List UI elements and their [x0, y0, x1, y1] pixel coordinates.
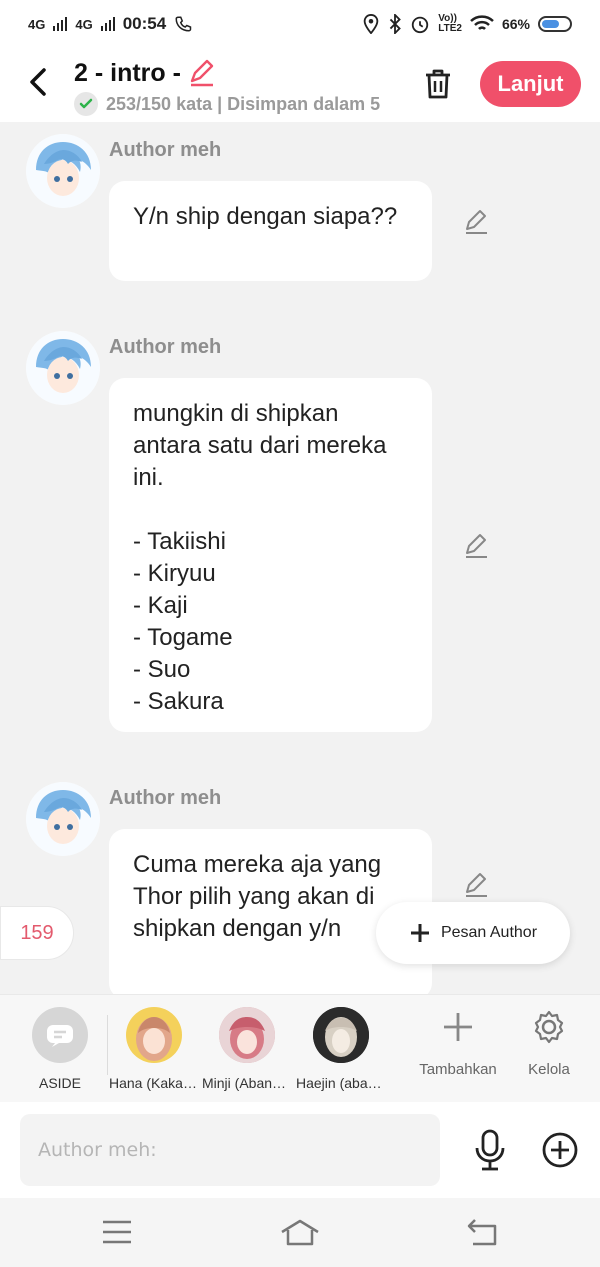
character-haejin[interactable]: Haejin (abang y/n) [296, 1007, 386, 1091]
message-bubble[interactable]: mungkin di shipkan antara satu dari mere… [109, 378, 432, 732]
character-avatar [219, 1007, 275, 1063]
signal-bars-icon [53, 17, 68, 31]
battery-level [542, 20, 560, 28]
character-label: Haejin (abang y/n) [296, 1075, 386, 1091]
battery-percent: 66% [501, 15, 530, 32]
chat-area[interactable]: Author meh Y/n ship dengan siapa?? Autho… [0, 122, 600, 994]
wifi-icon [470, 15, 494, 30]
system-nav-bar [0, 1198, 600, 1267]
bluetooth-icon [390, 14, 402, 34]
alarm-icon [412, 16, 429, 34]
character-label: Minji (Abang y/n) [202, 1075, 292, 1091]
character-bar: ASIDE Hana (Kakak y/n) Minji (Abang y/n)… [0, 994, 600, 1102]
edit-title-icon[interactable] [187, 58, 217, 88]
add-character-label: Tambahkan [419, 1061, 497, 1078]
back-arrow-icon[interactable] [20, 62, 56, 102]
edit-message-icon[interactable] [462, 208, 490, 236]
home-icon[interactable] [280, 1216, 320, 1248]
save-status-row: 253/150 kata | Disimpan dalam 5 [74, 92, 394, 116]
author-avatar[interactable] [26, 782, 100, 856]
divider [107, 1015, 108, 1075]
save-status-text: 253/150 kata | Disimpan dalam 5 [106, 93, 381, 114]
add-icon [413, 1007, 503, 1047]
status-left: 4G 4G 00:54 [28, 14, 192, 34]
character-label: ASIDE [38, 1075, 81, 1091]
battery-icon [538, 16, 572, 32]
next-button[interactable]: Lanjut [480, 61, 581, 107]
signal-1-label: 4G [28, 16, 46, 32]
edit-message-icon[interactable] [462, 532, 490, 560]
input-bar [0, 1102, 600, 1198]
character-label: Hana (Kakak y/n) [109, 1075, 199, 1091]
add-character-button[interactable]: Tambahkan [413, 1007, 503, 1078]
message-bubble[interactable]: Y/n ship dengan siapa?? [109, 181, 432, 281]
author-avatar[interactable] [26, 134, 100, 208]
edit-message-icon[interactable] [462, 871, 490, 899]
manage-button[interactable]: Kelola [504, 1007, 594, 1078]
gear-icon [504, 1007, 594, 1047]
character-hana[interactable]: Hana (Kakak y/n) [109, 1007, 199, 1091]
microphone-icon[interactable] [470, 1128, 510, 1172]
character-avatar [313, 1007, 369, 1063]
status-bar: 4G 4G 00:54 Vo)) LTE2 66% [0, 0, 600, 48]
volte-label: Vo)) LTE2 [438, 13, 462, 34]
status-time: 00:54 [122, 14, 167, 33]
editor-header: 2 - intro - 253/150 kata | Disimpan dala… [0, 48, 600, 122]
call-icon [175, 16, 192, 32]
aside-icon [32, 1007, 88, 1063]
chapter-title: 2 - intro - [74, 58, 181, 87]
author-name: Author meh [109, 139, 222, 161]
character-aside[interactable]: ASIDE [15, 1007, 105, 1091]
author-message-label: Pesan Author [440, 924, 538, 941]
word-count-badge[interactable]: 159 [0, 906, 74, 960]
character-minji[interactable]: Minji (Abang y/n) [202, 1007, 292, 1091]
location-icon [363, 14, 379, 34]
author-name: Author meh [109, 787, 222, 809]
add-media-icon[interactable] [540, 1128, 580, 1172]
author-name: Author meh [109, 336, 222, 358]
back-nav-icon[interactable] [463, 1216, 503, 1248]
manage-label: Kelola [528, 1061, 570, 1078]
message-input[interactable] [20, 1114, 440, 1186]
author-message-button[interactable]: Pesan Author [376, 902, 570, 964]
saved-check-icon [74, 92, 98, 116]
signal-2-label: 4G [75, 16, 93, 32]
chapter-title-row[interactable]: 2 - intro - [74, 58, 217, 88]
plus-icon [410, 924, 429, 942]
menu-icon[interactable] [97, 1216, 137, 1248]
signal-bars-2-icon [100, 17, 115, 31]
trash-icon[interactable] [418, 64, 458, 104]
author-avatar[interactable] [26, 331, 100, 405]
status-right: Vo)) LTE2 66% [362, 14, 572, 34]
character-avatar [126, 1007, 182, 1063]
